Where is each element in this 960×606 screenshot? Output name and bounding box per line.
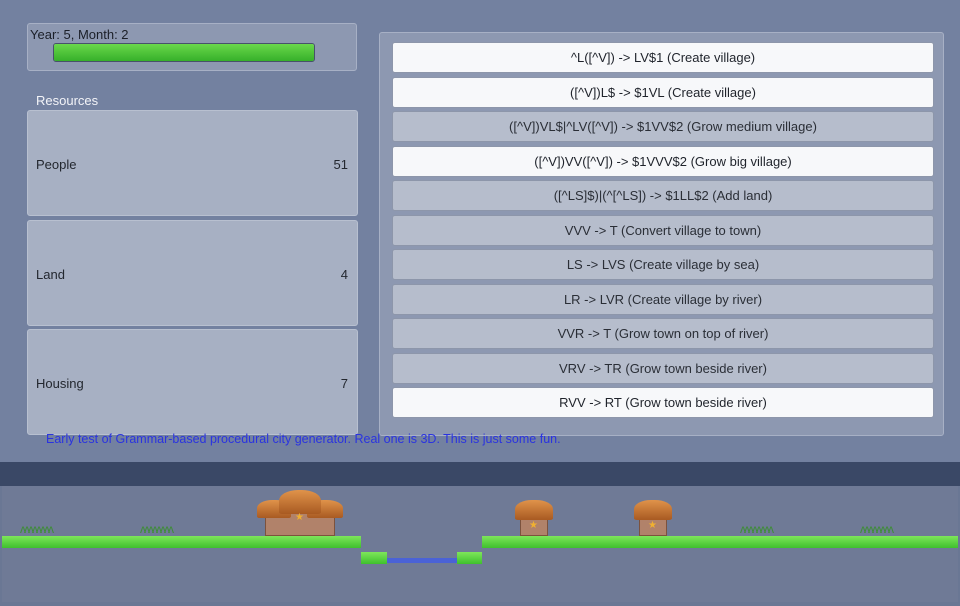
resource-label: People [36, 157, 77, 172]
resource-value: 51 [333, 157, 348, 172]
resource-land: Land 4 [27, 220, 358, 326]
rule-button[interactable]: ([^LS]$)|(^[^LS]) -> $1LL$2 (Add land) [392, 180, 934, 211]
resource-label: Land [36, 267, 65, 282]
rule-button[interactable]: VVR -> T (Grow town on top of river) [392, 318, 934, 349]
grass-icon: ʌʌʌʌʌʌʌʌ [20, 522, 54, 536]
resource-value: 4 [340, 267, 348, 282]
village-icon: ★ [515, 500, 553, 536]
village-icon: ★ [634, 500, 672, 536]
grass-icon: ʌʌʌʌʌʌʌʌ [860, 522, 894, 536]
resources-title: Resources [36, 93, 99, 108]
rule-button[interactable]: ([^V])VV([^V]) -> $1VVV$2 (Grow big vill… [392, 146, 934, 177]
scene-divider [0, 462, 960, 486]
rule-button[interactable]: LR -> LVR (Create village by river) [392, 284, 934, 315]
month-progress-bar [53, 43, 315, 62]
ground-step-left [361, 552, 387, 564]
grass-icon: ʌʌʌʌʌʌʌʌ [740, 522, 774, 536]
rule-button[interactable]: VVV -> T (Convert village to town) [392, 215, 934, 246]
grass-icon: ʌʌʌʌʌʌʌʌ [140, 522, 174, 536]
ground-right [482, 536, 958, 548]
rule-button[interactable]: VRV -> TR (Grow town beside river) [392, 353, 934, 384]
rules-panel: ^L([^V]) -> LV$1 (Create village) ([^V])… [379, 32, 944, 436]
progress-fill [54, 44, 314, 61]
resource-label: Housing [36, 376, 84, 391]
ground-left [2, 536, 361, 548]
caption-text: Early test of Grammar-based procedural c… [46, 432, 561, 446]
resource-people: People 51 [27, 110, 358, 216]
rule-button[interactable]: ^L([^V]) -> LV$1 (Create village) [392, 42, 934, 73]
rule-button[interactable]: RVV -> RT (Grow town beside river) [392, 387, 934, 418]
rule-button[interactable]: ([^V])L$ -> $1VL (Create village) [392, 77, 934, 108]
rule-button[interactable]: LS -> LVS (Create village by sea) [392, 249, 934, 280]
rule-button[interactable]: ([^V])VL$|^LV([^V]) -> $1VV$2 (Grow medi… [392, 111, 934, 142]
resource-value: 7 [340, 376, 348, 391]
resource-housing: Housing 7 [27, 329, 358, 435]
status-panel: Year: 5, Month: 2 [27, 23, 357, 71]
ground-step-right [457, 552, 482, 564]
city-scene: ʌʌʌʌʌʌʌʌ ʌʌʌʌʌʌʌʌ ʌʌʌʌʌʌʌʌ ʌʌʌʌʌʌʌʌ ★ ★ … [2, 486, 958, 602]
town-icon: ★ [257, 490, 343, 536]
river-water [387, 558, 459, 563]
date-label: Year: 5, Month: 2 [30, 27, 129, 42]
